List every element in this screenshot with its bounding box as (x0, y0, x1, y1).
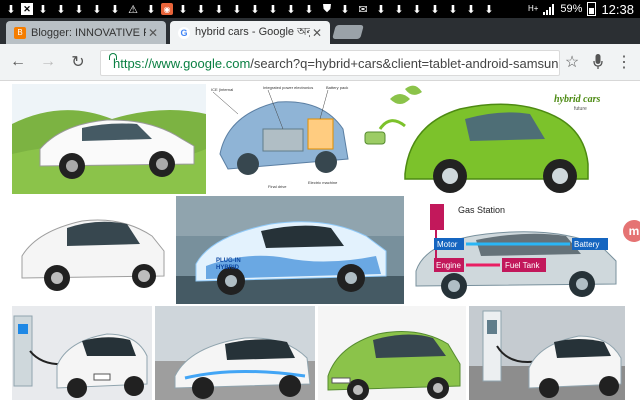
blogger-icon: B (14, 26, 26, 39)
image-result-plug-in-hybrid-prius[interactable]: PLUG-IN HYBRID (176, 196, 404, 304)
download-icon: ⬇ (38, 3, 48, 16)
image-result-prius-plug-in-charging[interactable] (155, 306, 315, 400)
download-icon: ⬇ (412, 3, 422, 16)
svg-text:Battery pack: Battery pack (326, 85, 348, 90)
new-tab-button[interactable] (332, 25, 364, 39)
notification-icons: ⬇ ✕ ⬇ ⬇ ⬇ ⬇ ⬇ ⚠ ⬇ ◉ ⬇ ⬇ ⬇ ⬇ ⬇ ⬇ ⬇ ⬇ ⛊ ⬇ … (0, 2, 497, 16)
image-result-gas-station-diagram[interactable]: Gas Station Motor Battery Engine Fuel Ta… (406, 196, 626, 304)
google-icon: G (178, 26, 190, 39)
tab-title: hybrid cars - Google অনুসন্ধ (195, 26, 310, 38)
signal-icon (543, 3, 555, 15)
download-icon: ⬇ (466, 3, 476, 16)
download-icon: ⬇ (340, 3, 350, 16)
svg-text:Engine: Engine (436, 261, 461, 270)
forward-button[interactable]: → (37, 51, 59, 73)
svg-text:Integrated power electronics: Integrated power electronics (263, 85, 313, 90)
tab-hybrid-cars[interactable]: G hybrid cars - Google অনুসন্ধ ✕ (170, 21, 330, 44)
image-results-grid: ICE (internal Integrated power electroni… (0, 81, 640, 400)
battery-percent: 59% (560, 3, 583, 15)
tab-title: Blogger: INNOVATIVE PROD (31, 26, 146, 39)
image-result-green-hybrid-car[interactable]: hybrid cars future (360, 84, 624, 194)
download-icon: ⬇ (376, 3, 386, 16)
warning-icon: ⚠ (128, 3, 138, 16)
image-result-hybrid-cutaway-diagram[interactable]: ICE (internal Integrated power electroni… (208, 84, 356, 194)
back-button[interactable]: ← (7, 51, 29, 73)
svg-text:Fuel Tank: Fuel Tank (505, 261, 541, 270)
download-icon: ⬇ (110, 3, 120, 16)
download-icon: ⬇ (214, 3, 224, 16)
svg-text:future: future (574, 106, 587, 112)
shield-icon: ⛊ (322, 2, 332, 15)
address-bar[interactable]: https://www.google.com/search?q=hybrid+c… (100, 50, 560, 76)
download-icon: ⬇ (92, 3, 102, 16)
browser-toolbar: ← → ↻ https://www.google.com/search?q=hy… (0, 44, 640, 81)
download-icon: ⬇ (74, 3, 84, 16)
svg-text:HYBRID: HYBRID (216, 265, 240, 271)
download-icon: ⬇ (250, 3, 260, 16)
download-icon: ⬇ (196, 3, 206, 16)
download-icon: ⬇ (448, 3, 458, 16)
download-icon: ⬇ (232, 3, 242, 16)
download-icon: ⬇ (56, 3, 66, 16)
image-result-green-honda-jazz[interactable] (318, 306, 466, 400)
svg-text:Motor: Motor (437, 240, 458, 249)
download-icon: ⬇ (304, 3, 314, 16)
close-icon[interactable]: ✕ (310, 26, 324, 40)
tab-blogger[interactable]: B Blogger: INNOVATIVE PROD ✕ (6, 21, 166, 44)
download-icon: ⬇ (286, 3, 296, 16)
close-box-icon: ✕ (21, 3, 33, 15)
status-right: H+ 59% 12:38 (528, 2, 640, 17)
svg-text:Battery: Battery (574, 240, 599, 249)
svg-text:Gas Station: Gas Station (458, 205, 505, 215)
svg-text:Electric machine: Electric machine (308, 180, 338, 185)
svg-text:PLUG-IN: PLUG-IN (216, 258, 241, 264)
download-icon: ⬇ (484, 3, 494, 16)
tab-strip: B Blogger: INNOVATIVE PROD ✕ G hybrid ca… (0, 18, 640, 44)
svg-text:hybrid cars: hybrid cars (554, 94, 601, 105)
network-type: H+ (527, 4, 539, 13)
app-icon: ◉ (161, 3, 173, 15)
microphone-icon[interactable] (587, 51, 609, 73)
download-icon: ⬇ (394, 3, 404, 16)
download-icon: ⬇ (6, 3, 16, 16)
clock: 12:38 (601, 1, 634, 17)
star-icon[interactable]: ☆ (561, 51, 583, 73)
download-icon: ⬇ (178, 3, 188, 16)
reload-button[interactable]: ↻ (67, 51, 89, 73)
image-result-nissan-leaf-charging[interactable] (12, 306, 152, 400)
image-result-toyota-prius-hills[interactable] (12, 84, 206, 194)
floating-app-icon[interactable]: m (623, 220, 640, 242)
svg-text:ICE (internal: ICE (internal (211, 87, 233, 92)
close-icon[interactable]: ✕ (146, 26, 160, 40)
menu-icon[interactable]: ⋮ (613, 51, 635, 73)
download-icon: ⬇ (268, 3, 278, 16)
download-icon: ⬇ (430, 3, 440, 16)
status-bar: ⬇ ✕ ⬇ ⬇ ⬇ ⬇ ⬇ ⚠ ⬇ ◉ ⬇ ⬇ ⬇ ⬇ ⬇ ⬇ ⬇ ⬇ ⛊ ⬇ … (0, 0, 640, 18)
svg-text:Final drive: Final drive (268, 184, 287, 189)
url-host: https://www.google.com (113, 55, 251, 71)
url-path: /search?q=hybrid+cars&client=tablet-andr… (250, 55, 560, 71)
mail-icon: ✉ (358, 3, 368, 16)
image-result-white-prius-studio[interactable] (12, 196, 172, 304)
image-result-nissan-leaf-charger[interactable] (469, 306, 625, 400)
battery-icon (587, 2, 597, 16)
download-icon: ⬇ (146, 3, 156, 16)
